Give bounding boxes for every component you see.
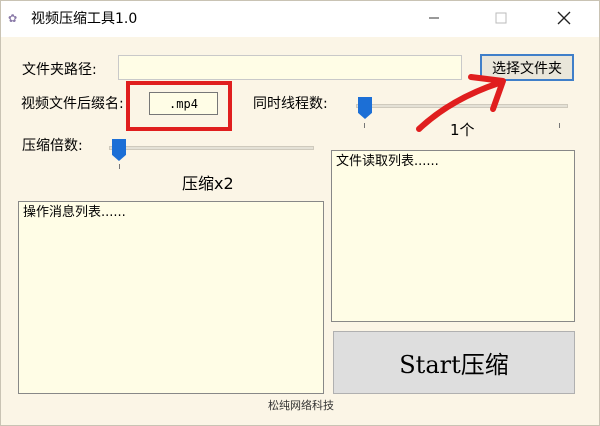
- slider-track: [109, 146, 314, 150]
- footer-credit: 松纯网络科技: [268, 399, 334, 412]
- compression-value: 压缩x2: [182, 174, 234, 193]
- app-icon: ✿: [8, 12, 18, 25]
- slider-tick: [119, 164, 120, 169]
- title-bar: ✿ 视频压缩工具1.0: [1, 1, 599, 37]
- slider-thumb[interactable]: [358, 97, 372, 119]
- file-read-list[interactable]: 文件读取列表......: [331, 150, 575, 322]
- window-title: 视频压缩工具1.0: [31, 11, 138, 27]
- suffix-label: 视频文件后缀名:: [21, 96, 124, 112]
- close-button[interactable]: [541, 1, 587, 35]
- slider-tick: [364, 123, 365, 128]
- app-window: ✿ 视频压缩工具1.0 文件夹路径: 选择文件夹 视频文件后缀名: .mp4 同…: [0, 0, 600, 426]
- threads-label: 同时线程数:: [253, 96, 328, 112]
- operations-log[interactable]: 操作消息列表......: [18, 201, 324, 394]
- suffix-input[interactable]: .mp4: [149, 92, 218, 115]
- slider-thumb[interactable]: [112, 139, 126, 161]
- red-arrow-icon: [416, 74, 506, 132]
- start-compress-button[interactable]: Start压缩: [333, 331, 575, 394]
- minimize-button[interactable]: [411, 1, 457, 35]
- maximize-button[interactable]: [478, 1, 524, 35]
- minimize-icon: [429, 17, 439, 19]
- close-icon: [557, 11, 571, 25]
- folder-path-label: 文件夹路径:: [22, 62, 97, 78]
- compression-slider[interactable]: [109, 139, 314, 169]
- compression-label: 压缩倍数:: [22, 138, 83, 154]
- slider-tick: [559, 123, 560, 128]
- maximize-icon: [495, 12, 507, 24]
